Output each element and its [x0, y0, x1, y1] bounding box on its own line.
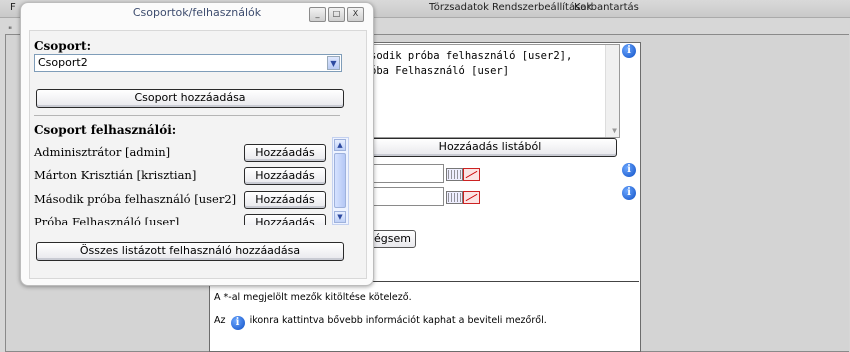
group-users-label: Csoport felhasználói:	[34, 123, 177, 137]
group-select-value: Csoport2	[38, 56, 88, 69]
info-icon[interactable]: i	[622, 44, 636, 58]
list-item: óba Felhasználó [user]	[370, 65, 510, 77]
required-fields-note: A *-al megjelölt mezők kitöltése kötelez…	[214, 292, 412, 303]
groups-users-dialog: Csoportok/felhasználók _ □ X Csoport: Csop…	[20, 2, 374, 286]
add-all-users-button[interactable]: Összes listázott felhasználó hozzáadása	[36, 242, 344, 261]
chevron-down-icon[interactable]: ▼	[327, 56, 340, 70]
info-note: Az i ikonra kattintva bővebb információt…	[214, 314, 547, 330]
user-name: Adminisztrátor [admin]	[34, 145, 171, 159]
group-select[interactable]: Csoport2 ▼	[34, 54, 342, 72]
info-note-suffix: ikonra kattintva bővebb információt kaph…	[249, 315, 547, 326]
selected-users-list[interactable]: sodik próba felhasználó [user2], óba Fel…	[363, 44, 620, 138]
list-scrollbar[interactable]: ▼	[605, 45, 619, 137]
add-user-button[interactable]: Hozzáadás	[244, 144, 326, 162]
menu-item-karbantartas[interactable]: Karbantartás	[574, 2, 639, 13]
menu-item-torzsadatok[interactable]: Törzsadatok	[429, 2, 489, 13]
users-scrollbar[interactable]: ▲ ▼	[332, 137, 349, 225]
calendar-icon[interactable]	[446, 168, 463, 181]
group-label: Csoport:	[34, 39, 91, 53]
window-controls: _ □ X	[309, 6, 366, 22]
calendar-icon[interactable]	[446, 191, 463, 204]
add-user-button[interactable]: Hozzáadás	[244, 214, 326, 225]
scroll-down-icon[interactable]: ▼	[612, 126, 617, 135]
divider	[34, 115, 340, 116]
add-group-button[interactable]: Csoport hozzáadása	[36, 89, 344, 108]
add-user-button[interactable]: Hozzáadás	[244, 191, 326, 209]
dialog-body: Csoport: Csoport2 ▼ Csoport hozzáadása C…	[29, 30, 367, 279]
add-from-list-button[interactable]: Hozzáadás listából	[363, 138, 617, 157]
user-name: Próba Felhasználó [user]	[34, 215, 180, 225]
maximize-icon[interactable]: □	[328, 7, 345, 22]
user-name: Második próba felhasználó [user2]	[34, 192, 237, 206]
menu-item-partial[interactable]: F	[10, 2, 16, 13]
minimize-icon[interactable]: _	[309, 7, 326, 22]
close-icon[interactable]: X	[347, 7, 364, 22]
clear-date-icon[interactable]	[463, 191, 480, 204]
clear-date-icon[interactable]	[463, 168, 480, 181]
info-note-prefix: Az	[214, 315, 226, 326]
date-from-input[interactable]	[363, 164, 444, 183]
scroll-thumb[interactable]	[334, 153, 346, 208]
add-user-button[interactable]: Hozzáadás	[244, 167, 326, 185]
scroll-down-icon[interactable]: ▼	[334, 211, 346, 223]
date-to-input[interactable]	[363, 187, 444, 206]
list-item: sodik próba felhasználó [user2],	[370, 50, 573, 62]
info-icon[interactable]: i	[622, 163, 636, 177]
section-corner-mark: "	[8, 26, 13, 36]
scroll-up-icon[interactable]: ▲	[334, 139, 346, 151]
info-icon[interactable]: i	[622, 186, 636, 200]
group-users-list[interactable]: Adminisztrátor [admin] Hozzáadás Márton …	[30, 137, 366, 225]
info-icon: i	[230, 316, 245, 330]
user-name: Márton Krisztián [krisztian]	[34, 168, 197, 182]
